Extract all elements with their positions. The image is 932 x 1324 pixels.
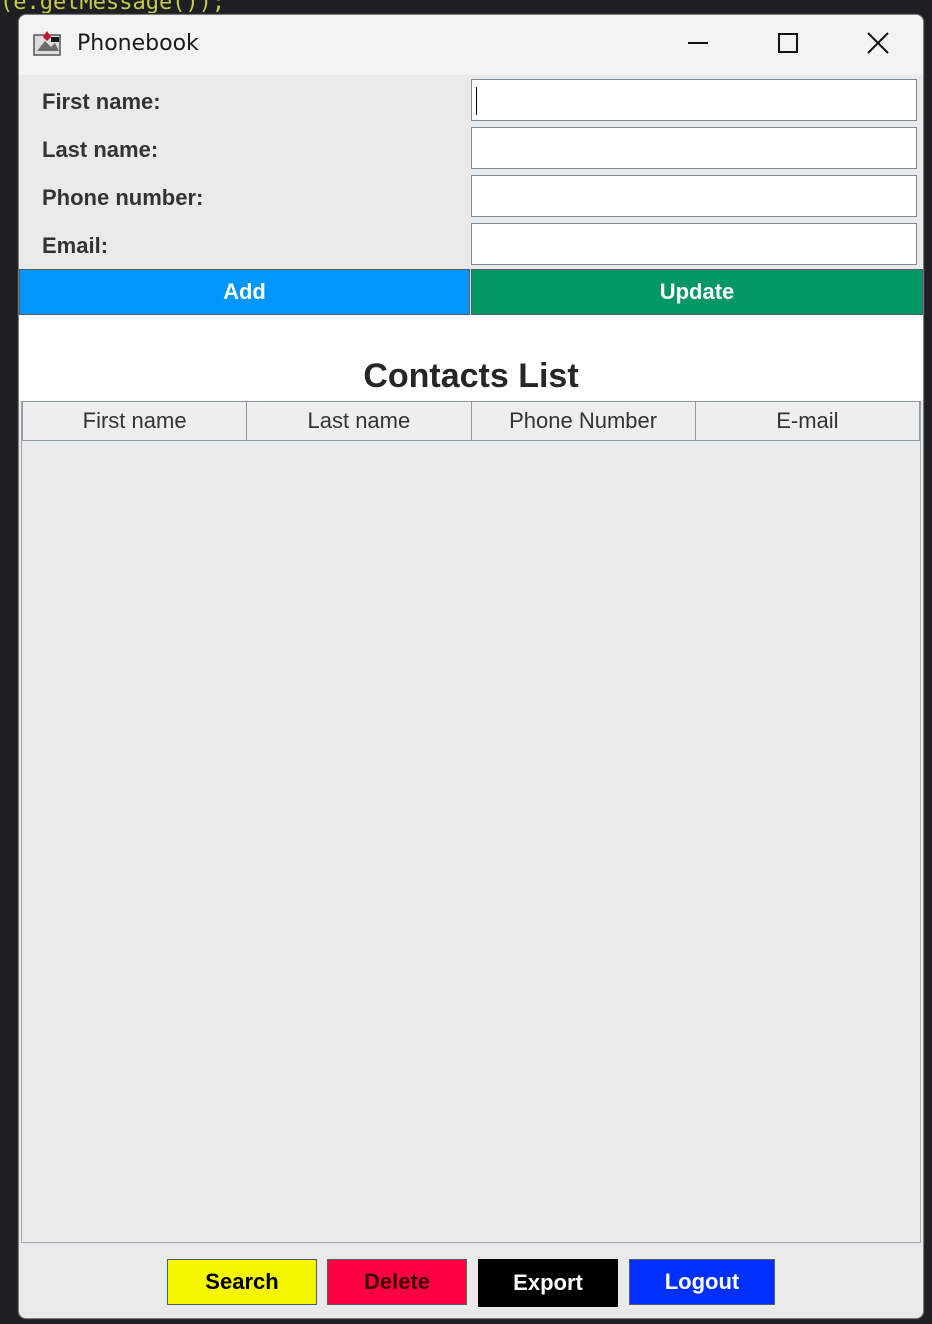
contacts-table: First name Last name Phone Number E-mail: [21, 401, 921, 1243]
add-button[interactable]: Add: [19, 269, 470, 315]
delete-button[interactable]: Delete: [327, 1259, 467, 1305]
column-header-last-name[interactable]: Last name: [247, 401, 472, 441]
bottom-toolbar: Search Delete Export Logout: [19, 1245, 923, 1318]
logout-button[interactable]: Logout: [629, 1259, 775, 1305]
first-name-label: First name:: [42, 89, 161, 114]
maximize-icon: [776, 31, 800, 60]
column-header-email[interactable]: E-mail: [695, 401, 920, 441]
form-row-email: Email:: [19, 221, 923, 269]
table-header: First name Last name Phone Number E-mail: [22, 401, 920, 441]
last-name-label: Last name:: [42, 137, 159, 162]
first-name-field[interactable]: [471, 79, 917, 121]
form-row-first-name: First name:: [19, 77, 923, 125]
contacts-list-title: Contacts List: [363, 357, 579, 395]
table-body[interactable]: [22, 441, 920, 1241]
phone-number-field[interactable]: [471, 175, 917, 217]
minimize-button[interactable]: [653, 15, 743, 75]
search-button[interactable]: Search: [167, 1259, 317, 1305]
last-name-field[interactable]: [471, 127, 917, 169]
background-editor-fragment: (e.getMessage());: [0, 0, 226, 14]
close-icon: [866, 31, 890, 60]
window-title: Phonebook: [77, 31, 199, 56]
column-header-first-name[interactable]: First name: [22, 401, 248, 441]
export-button[interactable]: Export: [478, 1259, 618, 1307]
close-button[interactable]: [833, 15, 923, 75]
minimize-icon: [686, 31, 710, 60]
maximize-button[interactable]: [743, 15, 833, 75]
phonebook-window: Phonebook First name: Last name: Phone n…: [18, 14, 924, 1319]
column-header-phone-number[interactable]: Phone Number: [471, 401, 696, 441]
update-button[interactable]: Update: [471, 269, 923, 315]
form-row-phone-number: Phone number:: [19, 173, 923, 221]
form-row-last-name: Last name:: [19, 125, 923, 173]
phone-number-label: Phone number:: [42, 185, 204, 210]
email-label: Email:: [42, 233, 109, 258]
email-field[interactable]: [471, 223, 917, 265]
text-caret: [476, 87, 477, 115]
title-bar[interactable]: Phonebook: [19, 15, 923, 75]
contacts-list-header: Contacts List: [19, 315, 923, 401]
java-app-icon: [33, 29, 63, 57]
